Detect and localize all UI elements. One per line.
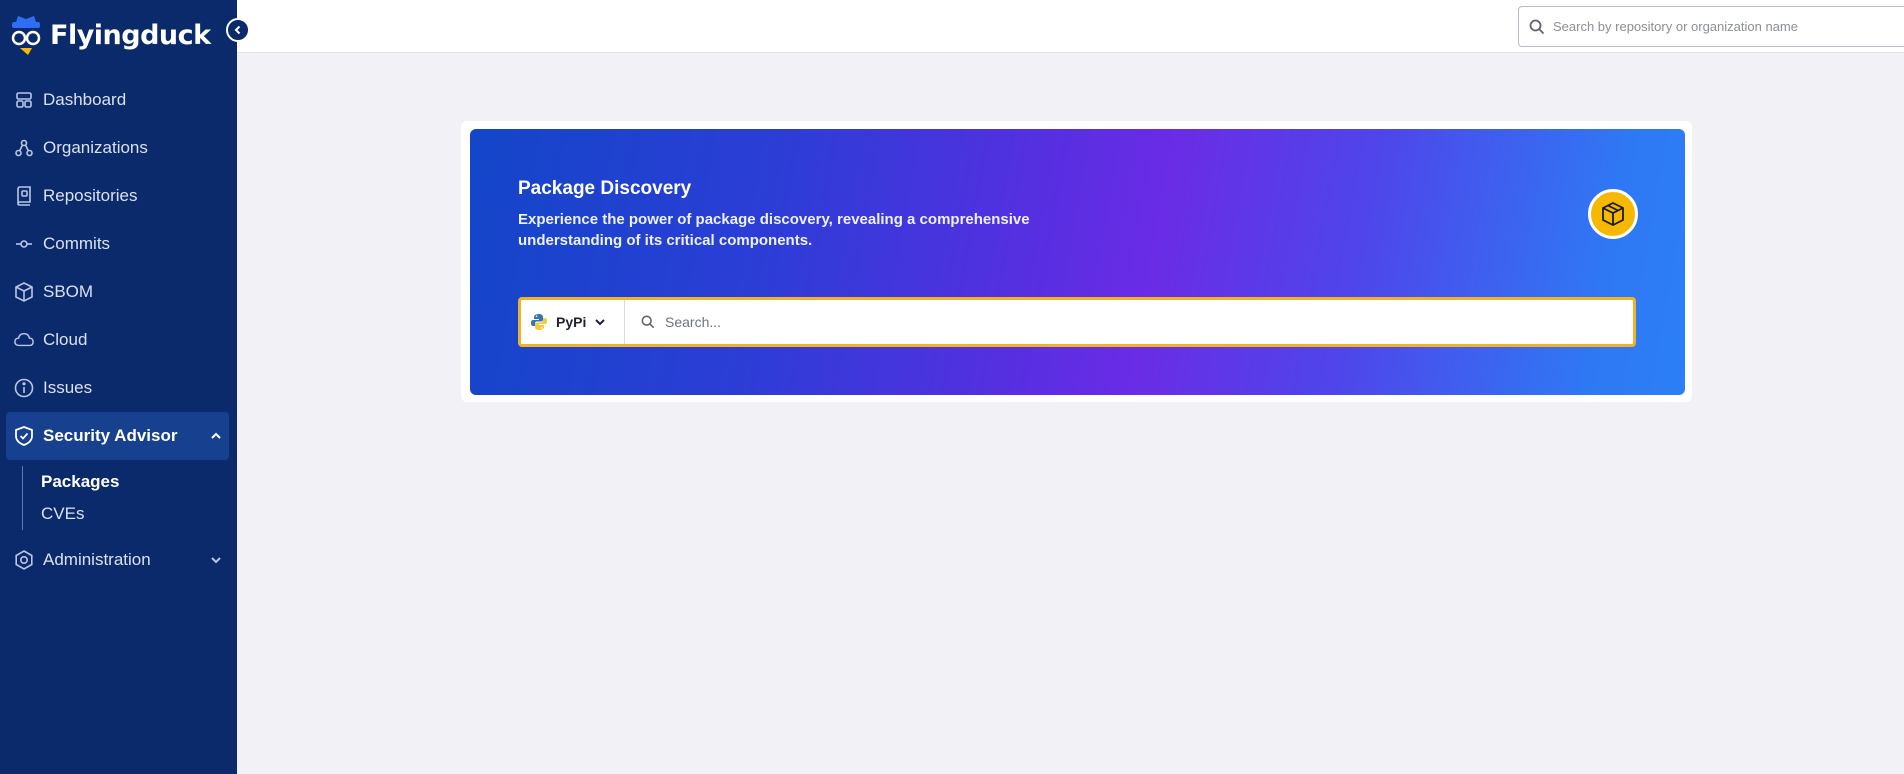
page-description: Experience the power of package discover… bbox=[518, 211, 1030, 249]
sidebar-item-security-advisor[interactable]: Security Advisor bbox=[6, 412, 229, 460]
package-icon bbox=[1588, 189, 1638, 239]
sidebar-item-label: Security Advisor bbox=[43, 426, 178, 445]
sidebar-item-label: Cloud bbox=[43, 330, 88, 349]
ecosystem-select[interactable]: PyPi bbox=[521, 300, 625, 344]
chevron-left-icon bbox=[234, 25, 241, 35]
commits-icon bbox=[14, 234, 34, 254]
package-search-input[interactable] bbox=[665, 314, 1565, 330]
sidebar-subitem-cves[interactable]: CVEs bbox=[41, 498, 237, 530]
duck-logo-icon bbox=[11, 16, 41, 55]
search-icon bbox=[641, 315, 655, 329]
python-icon bbox=[531, 314, 547, 330]
shield-icon bbox=[14, 426, 34, 446]
sidebar: Flyingduck Dashboard Organizations Repos… bbox=[0, 0, 237, 774]
sidebar-item-label: Organizations bbox=[43, 138, 148, 157]
issues-icon bbox=[14, 378, 34, 398]
sidebar-item-label: Repositories bbox=[43, 186, 138, 205]
gear-icon bbox=[14, 550, 34, 570]
sidebar-item-issues[interactable]: Issues bbox=[0, 364, 237, 412]
top-bar bbox=[237, 0, 1904, 53]
collapse-sidebar-button[interactable] bbox=[226, 18, 250, 42]
global-search-input[interactable] bbox=[1553, 19, 1893, 34]
package-discovery-hero: Package Discovery Experience the power o… bbox=[470, 129, 1685, 395]
sidebar-item-repositories[interactable]: Repositories bbox=[0, 172, 237, 220]
security-advisor-submenu: Packages CVEs bbox=[22, 466, 237, 530]
sidebar-item-organizations[interactable]: Organizations bbox=[0, 124, 237, 172]
sidebar-item-label: Dashboard bbox=[43, 90, 127, 109]
package-search-bar: PyPi bbox=[518, 297, 1636, 347]
ecosystem-label: PyPi bbox=[556, 314, 587, 330]
app-name: Flyingduck bbox=[50, 19, 211, 51]
sidebar-item-sbom[interactable]: SBOM bbox=[0, 268, 237, 316]
sidebar-item-dashboard[interactable]: Dashboard bbox=[0, 76, 237, 124]
repositories-icon bbox=[14, 186, 34, 206]
sidebar-item-cloud[interactable]: Cloud bbox=[0, 316, 237, 364]
cloud-icon bbox=[14, 330, 34, 350]
package-search[interactable] bbox=[625, 300, 1633, 344]
sidebar-item-label: SBOM bbox=[43, 282, 94, 301]
sidebar-item-commits[interactable]: Commits bbox=[0, 220, 237, 268]
app-logo[interactable]: Flyingduck bbox=[8, 12, 211, 58]
chevron-up-icon[interactable] bbox=[209, 428, 223, 448]
sidebar-item-label: Commits bbox=[43, 234, 111, 253]
package-discovery-card: Package Discovery Experience the power o… bbox=[461, 121, 1692, 402]
sbom-icon bbox=[14, 282, 34, 302]
sidebar-item-label: Issues bbox=[43, 378, 93, 397]
sidebar-nav: Dashboard Organizations Repositories Com… bbox=[0, 76, 237, 584]
dashboard-icon bbox=[14, 90, 34, 110]
search-icon bbox=[1529, 19, 1545, 34]
sidebar-item-administration[interactable]: Administration bbox=[0, 536, 237, 584]
chevron-down-icon bbox=[595, 319, 606, 326]
sidebar-subitem-packages[interactable]: Packages bbox=[41, 466, 237, 498]
global-search[interactable] bbox=[1518, 6, 1904, 47]
sidebar-item-label: Administration bbox=[43, 550, 151, 569]
organizations-icon bbox=[14, 138, 34, 158]
page-title: Package Discovery bbox=[518, 178, 692, 199]
chevron-down-icon[interactable] bbox=[209, 552, 223, 572]
